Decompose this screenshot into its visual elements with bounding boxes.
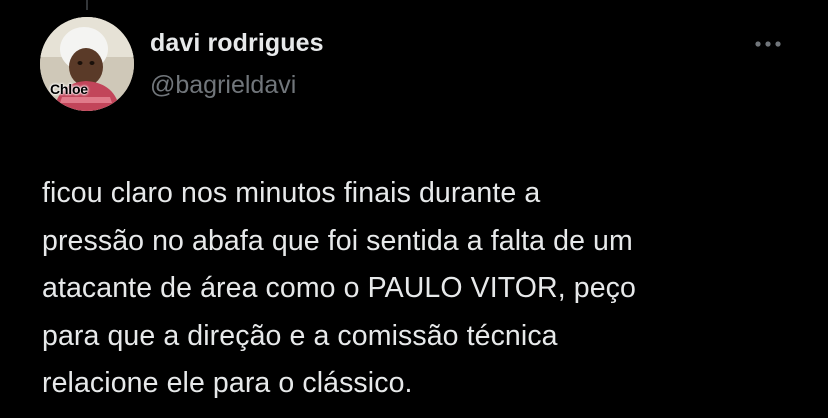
tweet-text-line: pressão no abafa que foi sentida a falta…	[42, 224, 633, 257]
tweet-text-line: ficou claro nos minutos finais durante a	[42, 177, 541, 209]
more-horizontal-icon	[755, 41, 781, 47]
thread-connector-line	[86, 0, 88, 10]
tweet-text-line: para que a direção e a comissão técnica	[42, 319, 558, 352]
author-display-name[interactable]: davi rodrigues	[150, 29, 324, 58]
avatar-caption: Chloe	[50, 81, 88, 97]
tweet-text: ficou claro nos minutos finais durante a…	[42, 170, 802, 408]
tweet-text-line: atacante de área como o PAULO VITOR, peç…	[42, 272, 636, 304]
author-handle[interactable]: @bagrieldavi	[150, 71, 296, 100]
tweet-text-line: relacione ele para o clássico.	[42, 367, 413, 399]
more-options-button[interactable]	[748, 30, 788, 58]
avatar[interactable]: Chloe	[40, 17, 134, 111]
